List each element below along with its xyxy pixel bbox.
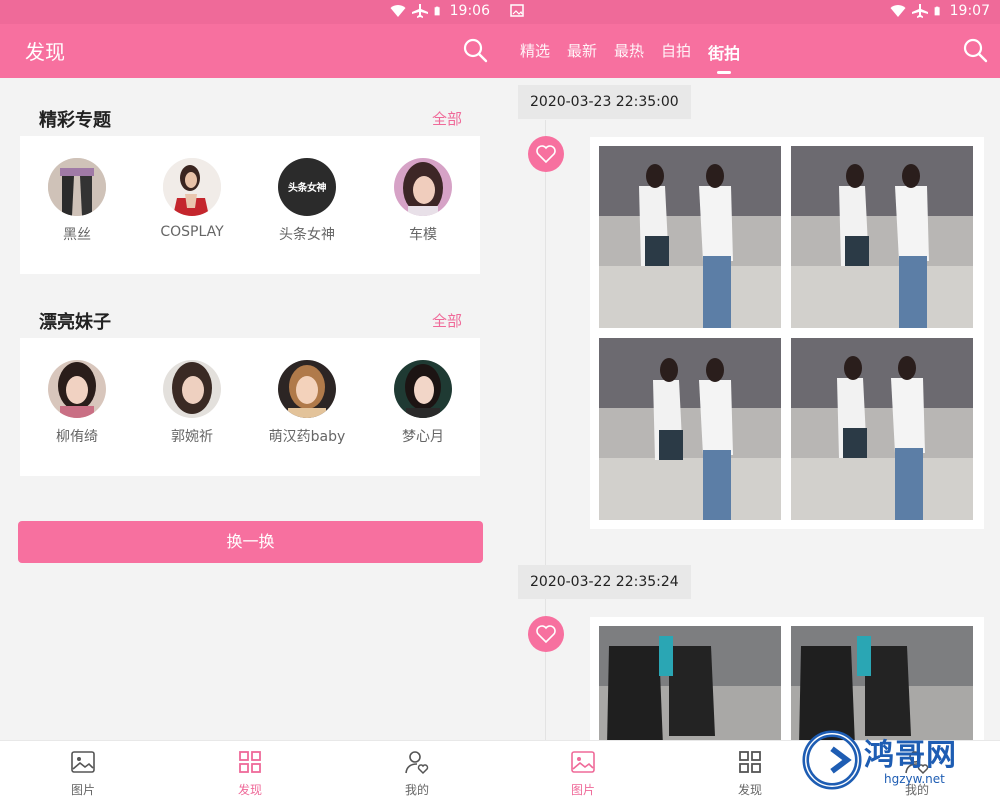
avatar: 头条女神 [278,158,336,216]
battery-icon [434,6,440,16]
nav-item-discover[interactable]: 发现 [210,749,290,798]
girls-card: 柳侑绮 郭婉祈 萌汉药baby 梦心月 [20,338,480,476]
girl-label: 柳侑绮 [56,429,98,445]
avatar [394,158,452,216]
section-title: 漂亮妹子 [39,312,111,333]
post-date: 2020-03-22 22:35:24 [518,565,691,599]
status-bar: 19:07 [500,0,1000,24]
girl-label: 梦心月 [402,429,444,445]
status-time: 19:06 [449,3,490,19]
topics-more-link[interactable]: 全部 [432,108,462,129]
watermark-url: hgzyw.net [884,772,945,786]
avatar [278,360,336,418]
girl-item-4[interactable]: 梦心月 [368,360,478,446]
avatar [48,360,106,418]
wifi-icon [890,5,906,18]
site-watermark: 鸿哥网 hgzyw.net [802,728,990,792]
search-icon[interactable] [462,37,488,63]
girls-more-link[interactable]: 全部 [432,310,462,331]
girls-section-header: 漂亮妹子 全部 [0,280,500,338]
nav-label: 图片 [570,783,595,797]
tab-jiepai[interactable]: 街拍 [708,40,740,74]
avatar [48,158,106,216]
app-bar: 发现 [0,24,500,78]
gallery-notification-icon [510,4,524,17]
heart-icon [536,625,556,644]
image-icon [71,751,95,773]
heart-icon [536,145,556,164]
girl-label: 郭婉祈 [171,429,213,445]
topic-label: COSPLAY [160,224,224,240]
page-title: 发现 [25,40,65,64]
tab-zuire[interactable]: 最热 [614,40,644,64]
street-photo[interactable] [599,338,781,520]
girl-item-3[interactable]: 萌汉药baby [252,360,362,446]
topics-section-header: 精彩专题 全部 [0,78,500,136]
girl-item-1[interactable]: 柳侑绮 [22,360,132,446]
watermark-logo-icon [802,730,862,790]
change-button[interactable]: 换一换 [18,521,483,563]
nav-item-discover[interactable]: 发现 [710,749,790,798]
like-button[interactable] [528,136,564,172]
girl-item-2[interactable]: 郭婉祈 [137,360,247,446]
image-icon [571,751,595,773]
app-bar: 精选 最新 最热 自拍 街拍 [500,24,1000,78]
topics-card: 黑丝 COSPLAY 头条女神 头条女神 车模 [20,136,480,274]
street-photo[interactable] [791,338,973,520]
topic-item-cosplay[interactable]: COSPLAY [137,158,247,240]
status-bar: 19:06 [0,0,500,24]
topic-label: 头条女神 [279,227,335,243]
nav-item-images[interactable]: 图片 [543,749,623,798]
images-screen: 19:07 精选 最新 最热 自拍 街拍 2020-03-23 22:35:00 [500,0,1000,800]
watermark-name: 鸿哥网 [864,738,957,773]
tab-jingxuan[interactable]: 精选 [520,40,550,64]
battery-icon [934,6,940,16]
timeline-line [545,120,546,760]
avatar [394,360,452,418]
bottom-nav: 图片 发现 我的 [0,740,500,800]
photo-card [590,137,984,529]
avatar [163,360,221,418]
avatar [163,158,221,216]
street-photo[interactable] [791,146,973,328]
grid-icon [239,751,261,773]
girl-label: 萌汉药baby [268,429,346,445]
like-button[interactable] [528,616,564,652]
nav-item-images[interactable]: 图片 [43,749,123,798]
tab-zuixin[interactable]: 最新 [567,40,597,64]
airplane-icon [911,4,928,18]
category-tabs: 精选 最新 最热 自拍 街拍 [520,40,740,74]
topic-item-heisi[interactable]: 黑丝 [22,158,132,244]
search-icon[interactable] [962,37,988,63]
wifi-icon [390,5,406,18]
street-photo[interactable] [599,146,781,328]
user-heart-icon [405,751,429,775]
nav-label: 发现 [237,783,262,797]
topic-label: 车模 [409,227,437,243]
airplane-icon [411,4,428,18]
toutiao-logo-text: 头条女神 [288,183,327,194]
nav-label: 图片 [70,783,95,797]
nav-item-mine[interactable]: 我的 [377,749,457,798]
discover-screen: 19:06 发现 精彩专题 全部 黑丝 COSPLAY 头条女神 头条女神 车模… [0,0,500,800]
tab-zipai[interactable]: 自拍 [661,40,691,64]
status-time: 19:07 [949,3,990,19]
grid-icon [739,751,761,773]
topic-item-chemo[interactable]: 车模 [368,158,478,244]
nav-label: 发现 [737,783,762,797]
nav-label: 我的 [404,783,429,797]
section-title: 精彩专题 [39,110,111,131]
post-date: 2020-03-23 22:35:00 [518,85,691,119]
topic-label: 黑丝 [63,227,91,243]
topic-item-toutiao[interactable]: 头条女神 头条女神 [252,158,362,244]
